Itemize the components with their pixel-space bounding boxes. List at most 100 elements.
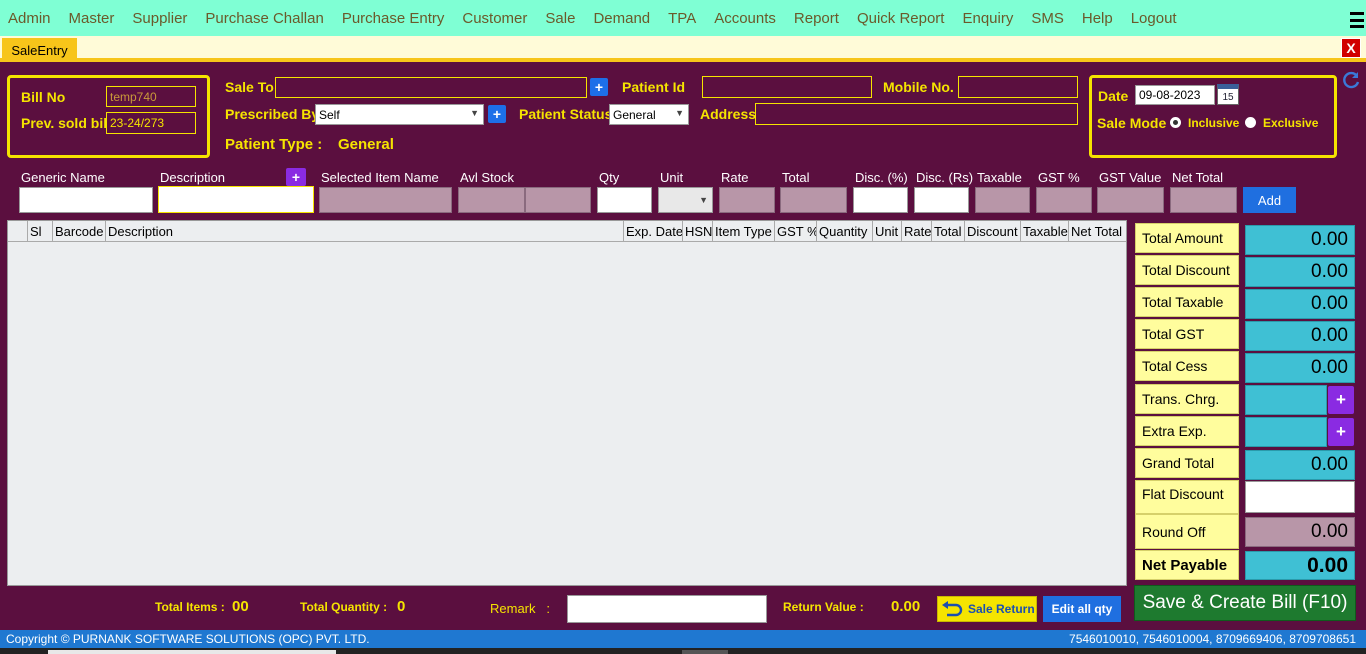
- qty-label: Qty: [599, 170, 620, 185]
- remark-input[interactable]: [567, 595, 767, 623]
- grid-col-gst-pct[interactable]: GST %: [775, 221, 817, 242]
- exclusive-radio[interactable]: [1245, 117, 1256, 128]
- unit-label: Unit: [660, 170, 684, 185]
- selected-item-name-field: [319, 187, 452, 213]
- calendar-day: 15: [1222, 92, 1234, 103]
- menu-sale[interactable]: Sale: [545, 10, 575, 27]
- disc-rs-label: Disc. (Rs): [916, 170, 974, 185]
- qty-input[interactable]: [597, 187, 652, 213]
- sale-to-input[interactable]: [275, 77, 587, 98]
- total-field: [780, 187, 847, 213]
- grid-col-description[interactable]: Description: [106, 221, 624, 242]
- close-tab-button[interactable]: X: [1341, 38, 1361, 58]
- add-button[interactable]: Add: [1243, 187, 1296, 213]
- avl-stock-field-2: [525, 187, 591, 213]
- menu-admin[interactable]: Admin: [8, 10, 51, 27]
- grid-col-selector: [8, 221, 28, 242]
- grid-col-exp-date[interactable]: Exp. Date: [624, 221, 683, 242]
- total-gst-value: 0.00: [1245, 321, 1355, 351]
- total-items-value: 00: [232, 598, 249, 615]
- add-trans-charge-button[interactable]: +: [1328, 386, 1354, 414]
- exclusive-label: Exclusive: [1263, 116, 1319, 130]
- trans-chrg-value[interactable]: [1245, 385, 1327, 415]
- address-input[interactable]: [755, 103, 1078, 125]
- grid-col-unit[interactable]: Unit: [873, 221, 902, 242]
- extra-exp-value[interactable]: [1245, 417, 1327, 447]
- gst-value-field: [1097, 187, 1164, 213]
- return-arrow-icon: [941, 600, 963, 618]
- description-input[interactable]: [158, 186, 314, 213]
- prev-sold-bill-label: Prev. sold bill: [21, 115, 111, 131]
- calendar-icon[interactable]: 15: [1217, 84, 1239, 105]
- edit-all-qty-button[interactable]: Edit all qty: [1043, 596, 1121, 622]
- menu-enquiry[interactable]: Enquiry: [962, 10, 1013, 27]
- tab-sale-entry[interactable]: SaleEntry: [2, 38, 77, 62]
- patient-id-input[interactable]: [702, 76, 872, 98]
- menu-report[interactable]: Report: [794, 10, 839, 27]
- disc-pct-input[interactable]: [853, 187, 908, 213]
- grid-col-hsn[interactable]: HSN: [683, 221, 713, 242]
- grid-col-rate[interactable]: Rate: [902, 221, 932, 242]
- add-item-button[interactable]: +: [286, 168, 306, 186]
- menu-purchase-entry[interactable]: Purchase Entry: [342, 10, 445, 27]
- items-grid: Sl Barcode Description Exp. Date HSN Ite…: [7, 220, 1127, 586]
- hamburger-menu-icon[interactable]: [1350, 12, 1364, 28]
- menu-logout[interactable]: Logout: [1131, 10, 1177, 27]
- menu-supplier[interactable]: Supplier: [132, 10, 187, 27]
- total-amount-label: Total Amount: [1135, 223, 1239, 253]
- disc-pct-label: Disc. (%): [855, 170, 908, 185]
- prescribed-by-label: Prescribed By: [225, 106, 320, 122]
- grid-col-discount[interactable]: Discount: [965, 221, 1021, 242]
- total-quantity-value: 0: [397, 598, 406, 615]
- total-gst-label: Total GST: [1135, 319, 1239, 349]
- grid-col-quantity[interactable]: Quantity: [817, 221, 873, 242]
- contact-phones: 7546010010, 7546010004, 8709669406, 8709…: [1069, 632, 1356, 646]
- grid-col-taxable[interactable]: Taxable: [1021, 221, 1069, 242]
- menu-demand[interactable]: Demand: [593, 10, 650, 27]
- remark-label: Remark :: [490, 601, 550, 616]
- patient-status-label: Patient Status: [519, 106, 613, 122]
- menu-tpa[interactable]: TPA: [668, 10, 696, 27]
- total-quantity-label: Total Quantity :: [300, 600, 388, 614]
- disc-rs-input[interactable]: [914, 187, 969, 213]
- net-payable-label: Net Payable: [1135, 550, 1239, 580]
- taskbar-item: [682, 650, 728, 654]
- sale-return-button[interactable]: Sale Return: [937, 596, 1037, 622]
- grid-col-total[interactable]: Total: [932, 221, 965, 242]
- grid-header: Sl Barcode Description Exp. Date HSN Ite…: [8, 221, 1126, 242]
- menu-sms[interactable]: SMS: [1031, 10, 1064, 27]
- chevron-down-icon: ▼: [675, 108, 684, 118]
- patient-status-select[interactable]: General ▼: [609, 104, 689, 125]
- total-items-label: Total Items :: [155, 600, 225, 614]
- mobile-no-input[interactable]: [958, 76, 1078, 98]
- save-create-bill-button[interactable]: Save & Create Bill (F10): [1134, 585, 1356, 621]
- generic-name-input[interactable]: [19, 187, 153, 213]
- bill-no-label: Bill No: [21, 89, 66, 105]
- refresh-icon[interactable]: [1341, 70, 1361, 90]
- menu-help[interactable]: Help: [1082, 10, 1113, 27]
- total-discount-value: 0.00: [1245, 257, 1355, 287]
- menu-accounts[interactable]: Accounts: [714, 10, 776, 27]
- grid-col-barcode[interactable]: Barcode: [53, 221, 106, 242]
- menu-purchase-challan[interactable]: Purchase Challan: [205, 10, 323, 27]
- menu-customer[interactable]: Customer: [462, 10, 527, 27]
- prescribed-by-select[interactable]: Self ▼: [315, 104, 484, 125]
- total-cess-label: Total Cess: [1135, 351, 1239, 381]
- menu-master[interactable]: Master: [69, 10, 115, 27]
- return-value-label: Return Value :: [783, 600, 864, 614]
- add-doctor-button[interactable]: +: [488, 105, 506, 123]
- grid-col-sl[interactable]: Sl: [28, 221, 53, 242]
- grid-col-net-total[interactable]: Net Total: [1069, 221, 1126, 242]
- sale-mode-label: Sale Mode: [1097, 115, 1167, 131]
- add-customer-button[interactable]: +: [590, 78, 608, 96]
- patient-type-value: General: [338, 136, 394, 153]
- unit-select[interactable]: ▼: [658, 187, 713, 213]
- flat-discount-input[interactable]: [1245, 481, 1355, 513]
- grid-col-item-type[interactable]: Item Type: [713, 221, 775, 242]
- add-extra-exp-button[interactable]: +: [1328, 418, 1354, 446]
- date-input[interactable]: 09-08-2023: [1135, 85, 1215, 105]
- inclusive-radio[interactable]: [1170, 117, 1181, 128]
- menu-quick-report[interactable]: Quick Report: [857, 10, 945, 27]
- gst-pct-field: [1036, 187, 1092, 213]
- total-discount-label: Total Discount: [1135, 255, 1239, 285]
